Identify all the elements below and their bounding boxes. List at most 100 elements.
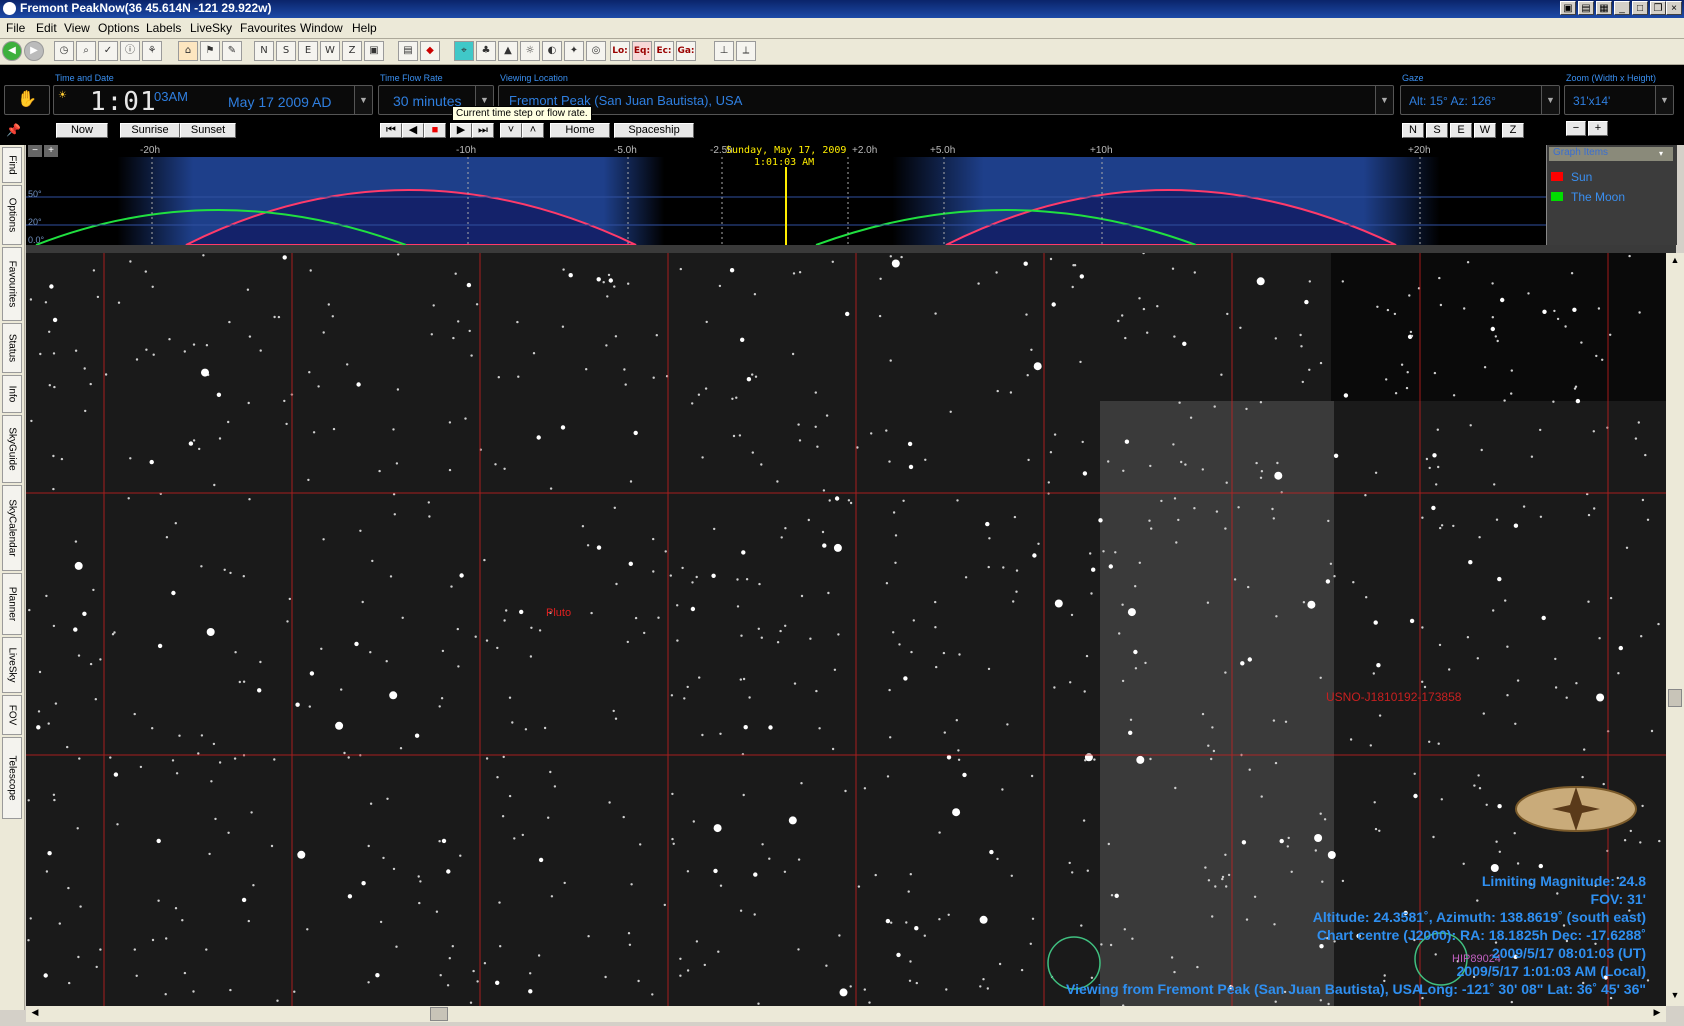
scroll-right-icon[interactable]: ▶ (1650, 1007, 1664, 1021)
cascade-icon[interactable]: ▦ (1596, 1, 1612, 15)
stop-flow-icon[interactable]: ■ (424, 123, 446, 138)
legend-collapse-icon[interactable]: ▾ (1659, 149, 1663, 158)
gaze-south-button[interactable]: S (1426, 123, 1448, 138)
flag-icon[interactable]: ⚑ (200, 41, 220, 61)
moon-icon[interactable]: ◐ (542, 41, 562, 61)
menu-favourites[interactable]: Favourites (240, 21, 296, 35)
clock-icon[interactable]: ◷ (54, 41, 74, 61)
usno-label[interactable]: USNO-J1810192-173858 (1326, 690, 1461, 704)
home-icon[interactable]: ⌂ (178, 41, 198, 61)
zoom-field[interactable]: 31'x14' ▼ (1564, 85, 1674, 115)
graph-minus-icon[interactable]: − (28, 145, 42, 157)
east-icon[interactable]: E (298, 41, 318, 61)
west-icon[interactable]: W (320, 41, 340, 61)
menu-livesky[interactable]: LiveSky (190, 21, 232, 35)
menu-options[interactable]: Options (98, 21, 139, 35)
mountain-icon[interactable]: ▲ (498, 41, 518, 61)
graph-plus-icon[interactable]: + (44, 145, 58, 157)
menu-file[interactable]: File (6, 21, 25, 35)
ga-grid-button[interactable]: Ga: (676, 41, 696, 61)
altitude-graph[interactable]: − + -20h -10h -5.0h -2.5h +2.0h +5.0h +1… (26, 145, 1546, 245)
find-icon[interactable]: ⌕ (76, 41, 96, 61)
horizontal-scrollbar[interactable]: ◀ ▶ (26, 1006, 1666, 1022)
sun-icon[interactable]: ☼ (520, 41, 540, 61)
sunrise-button[interactable]: Sunrise (120, 123, 180, 138)
tab-status[interactable]: Status (2, 323, 22, 373)
faster-icon[interactable]: ˄ (522, 123, 544, 138)
tab-skycalendar[interactable]: SkyCalendar (2, 485, 22, 571)
select-icon[interactable]: ⌖ (454, 41, 474, 61)
time-value[interactable]: 1:01 (90, 87, 157, 114)
back-icon[interactable]: ◀ (2, 41, 22, 61)
gaze-east-button[interactable]: E (1450, 123, 1472, 138)
tab-info[interactable]: Info (2, 375, 22, 413)
menu-labels[interactable]: Labels (146, 21, 181, 35)
pluto-label[interactable]: Pluto (546, 607, 571, 619)
ec-grid-button[interactable]: Ec: (654, 41, 674, 61)
tab-telescope[interactable]: Telescope (2, 737, 22, 819)
scroll-thumb[interactable] (1668, 689, 1682, 707)
info-icon[interactable]: ⓘ (120, 41, 140, 61)
chevron-down-icon[interactable]: ▼ (354, 86, 372, 114)
north-icon[interactable]: N (254, 41, 274, 61)
tab-skyguide[interactable]: SkyGuide (2, 415, 22, 483)
location-field[interactable]: Fremont Peak (San Juan Bautista), USA ▼ (498, 85, 1394, 115)
chevron-down-icon[interactable]: ▼ (1541, 86, 1559, 114)
horizon-icon[interactable]: ⊥ (714, 41, 734, 61)
eq-grid-button[interactable]: Eq: (632, 41, 652, 61)
menu-view[interactable]: View (64, 21, 90, 35)
legend-sun[interactable]: Sun (1571, 170, 1592, 184)
gaze-field[interactable]: Alt: 15° Az: 126° ▼ (1400, 85, 1560, 115)
tab-planner[interactable]: Planner (2, 573, 22, 635)
close-icon[interactable]: × (1666, 1, 1682, 15)
skip-back-icon[interactable]: ⏮ (380, 123, 402, 138)
scroll-left-icon[interactable]: ◀ (28, 1007, 42, 1021)
hand-icon[interactable]: ✋ (4, 85, 50, 115)
tile-icon[interactable]: ▤ (1578, 1, 1594, 15)
minimize-icon[interactable]: _ (1614, 1, 1630, 15)
zenith-icon[interactable]: Z (342, 41, 362, 61)
step-back-icon[interactable]: ◀ (402, 123, 424, 138)
gaze-west-button[interactable]: W (1474, 123, 1496, 138)
hscroll-thumb[interactable] (430, 1007, 448, 1021)
frame-icon[interactable]: ▣ (364, 41, 384, 61)
time-date-field[interactable]: ☀ 1:01 03AM May 17 2009 AD ▼ (53, 85, 373, 115)
chevron-down-icon[interactable]: ▼ (1655, 86, 1673, 114)
south-icon[interactable]: S (276, 41, 296, 61)
sunset-button[interactable]: Sunset (180, 123, 236, 138)
home-button[interactable]: Home (550, 123, 610, 138)
forward-icon[interactable]: ▶ (24, 41, 44, 61)
now-button[interactable]: Now (56, 123, 108, 138)
tab-favourites[interactable]: Favourites (2, 247, 22, 321)
splitter[interactable] (26, 245, 1676, 253)
tool-window-icon[interactable]: ▣ (1560, 1, 1576, 15)
restore-icon[interactable]: ❐ (1650, 1, 1666, 15)
tree-icon[interactable]: ♣ (476, 41, 496, 61)
legend-moon[interactable]: The Moon (1571, 190, 1625, 204)
scope-icon[interactable]: ⟂ (736, 41, 756, 61)
gaze-north-button[interactable]: N (1402, 123, 1424, 138)
telescope-icon[interactable]: ⚘ (142, 41, 162, 61)
stop-icon[interactable]: ◆ (420, 41, 440, 61)
vertical-scrollbar[interactable]: ▲ ▼ (1666, 253, 1684, 1006)
play-icon[interactable]: ▶ (450, 123, 472, 138)
galaxy-icon[interactable]: ◎ (586, 41, 606, 61)
scroll-down-icon[interactable]: ▼ (1668, 990, 1682, 1004)
picture-icon[interactable]: ▤ (398, 41, 418, 61)
gaze-zenith-button[interactable]: Z (1502, 123, 1524, 138)
spaceship-button[interactable]: Spaceship (614, 123, 694, 138)
menu-help[interactable]: Help (352, 21, 377, 35)
zoom-in-button[interactable]: + (1588, 121, 1608, 136)
edit-icon[interactable]: ✎ (222, 41, 242, 61)
tab-fov[interactable]: FOV (2, 695, 22, 735)
chevron-down-icon[interactable]: ▼ (1375, 86, 1393, 114)
sky-chart[interactable]: Pluto USNO-J1810192-173858 HIP89024 Limi… (26, 253, 1666, 1006)
zoom-out-button[interactable]: − (1566, 121, 1586, 136)
tab-find[interactable]: Find (2, 147, 22, 183)
lo-grid-button[interactable]: Lo: (610, 41, 630, 61)
constellation-icon[interactable]: ✦ (564, 41, 584, 61)
skip-forward-icon[interactable]: ⏭ (472, 123, 494, 138)
chart-icon[interactable]: ✓ (98, 41, 118, 61)
slower-icon[interactable]: ˅ (500, 123, 522, 138)
menu-window[interactable]: Window (300, 21, 343, 35)
